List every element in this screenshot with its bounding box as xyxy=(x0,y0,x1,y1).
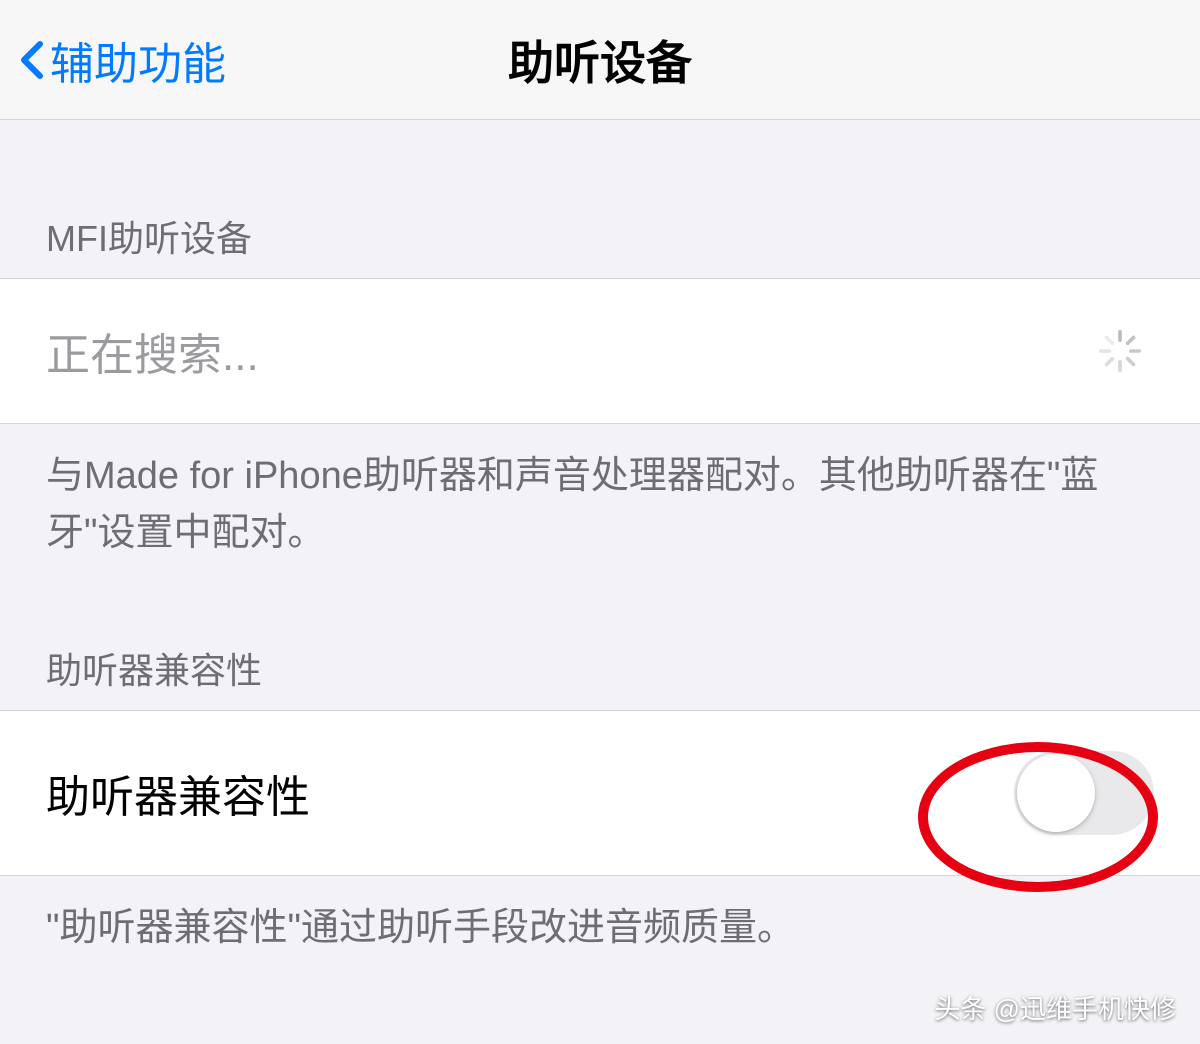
searching-label: 正在搜索... xyxy=(46,319,259,383)
compatibility-label: 助听器兼容性 xyxy=(46,761,310,825)
toggle-knob xyxy=(1017,754,1095,832)
section-header-mfi: MFI助听设备 xyxy=(0,160,1200,278)
watermark: 头条 @迅维手机快修 xyxy=(934,989,1176,1026)
back-label: 辅助功能 xyxy=(50,28,226,92)
spinner-icon xyxy=(1096,327,1144,375)
chevron-left-icon xyxy=(20,40,44,80)
section-footer-mfi: 与Made for iPhone助听器和声音处理器配对。其他助听器在"蓝牙"设置… xyxy=(0,424,1200,592)
compatibility-cell: 助听器兼容性 xyxy=(0,710,1200,876)
content-area: MFI助听设备 正在搜索... 与Made for iPhone助听器和声音处理… xyxy=(0,120,1200,987)
section-footer-compat: "助听器兼容性"通过助听手段改进音频质量。 xyxy=(0,876,1200,987)
page-title: 助听设备 xyxy=(508,27,692,93)
navigation-bar: 辅助功能 助听设备 xyxy=(0,0,1200,120)
searching-cell: 正在搜索... xyxy=(0,278,1200,424)
back-button[interactable]: 辅助功能 xyxy=(20,28,226,92)
compatibility-toggle[interactable] xyxy=(1014,751,1154,835)
section-header-compat: 助听器兼容性 xyxy=(0,592,1200,710)
